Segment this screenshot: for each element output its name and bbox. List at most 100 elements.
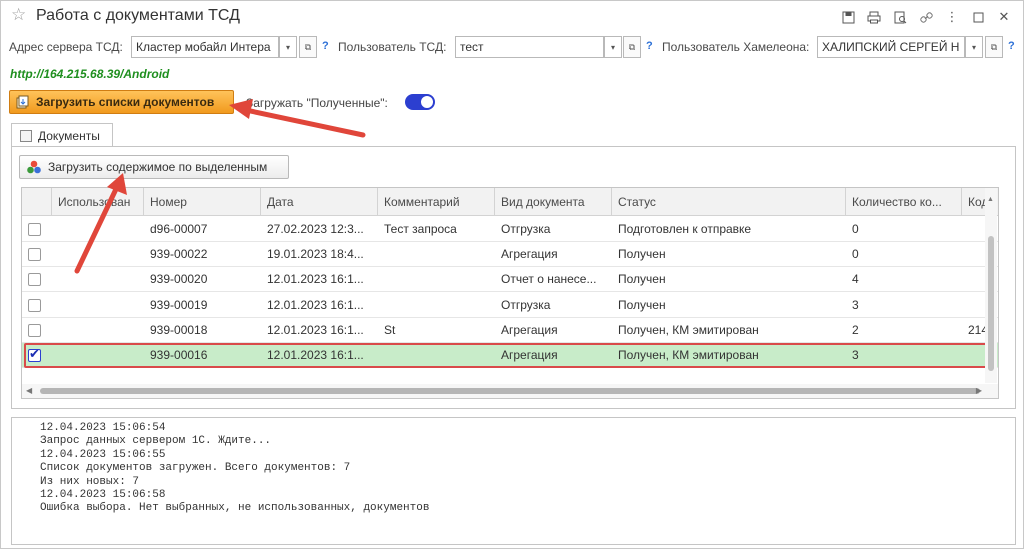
document-tab-icon [20, 129, 32, 142]
message-log: 12.04.2023 15:06:54 Запрос данных серверо… [11, 417, 1016, 545]
cell-number: 939-00022 [150, 247, 208, 262]
cell-quantity: 0 [852, 247, 859, 262]
column-header-date[interactable]: Дата [261, 188, 378, 216]
load-content-icon [27, 160, 41, 174]
table-row[interactable]: 939-00020 12.01.2023 16:1... Отчет о нанес… [22, 267, 998, 293]
column-header-status[interactable]: Статус [612, 188, 846, 216]
row-checkbox[interactable] [28, 346, 41, 362]
user-chameleon-label: Пользователь Хамелеона: [662, 40, 810, 54]
help-icon[interactable]: ? [646, 40, 653, 52]
cell-quantity: 3 [852, 297, 859, 312]
load-selected-content-button[interactable]: Загрузить содержимое по выделенным [19, 155, 289, 179]
cell-status: Подготовлен к отправке [618, 222, 752, 236]
cell-date: 27.02.2023 12:3... [267, 222, 364, 236]
row-checkbox[interactable] [28, 248, 41, 262]
link-icon[interactable] [913, 7, 939, 27]
log-line: Из них новых: 7 [40, 475, 140, 488]
more-icon[interactable]: ⋮ [939, 7, 965, 27]
preview-icon[interactable] [887, 7, 913, 27]
table-row[interactable]: 939-00016 12.01.2023 16:1... Агрегация Полу… [22, 343, 998, 368]
cell-number: 939-00018 [150, 322, 208, 337]
cell-kind: Агрегация [501, 322, 558, 337]
cell-used [52, 267, 144, 292]
minimize-icon[interactable] [965, 7, 991, 27]
print-icon[interactable] [861, 7, 887, 27]
load-document-lists-button[interactable]: Загрузить списки документов [9, 90, 234, 114]
cell-used [52, 343, 144, 368]
server-dropdown-button[interactable]: ▾ [279, 36, 297, 58]
cell-used [52, 242, 144, 267]
title-toolbar: ⋮ ✕ [835, 7, 1017, 27]
cell-used [52, 217, 144, 242]
log-line: Запрос данных сервером 1С. Ждите... [40, 435, 272, 448]
row-checkbox[interactable] [28, 273, 41, 287]
column-header-quantity[interactable]: Количество ко... [846, 188, 962, 216]
cell-quantity: 3 [852, 348, 859, 362]
cell-number: d96-00007 [150, 222, 208, 236]
cell-comment [378, 343, 495, 368]
save-icon[interactable] [835, 7, 861, 27]
cell-date: 19.01.2023 18:4... [267, 247, 364, 262]
cell-comment [378, 242, 495, 267]
cell-comment [378, 293, 495, 318]
user-tsd-open-button[interactable]: ⧉ [623, 36, 641, 58]
log-line: 12.04.2023 15:06:58 [40, 489, 166, 502]
load-icon [16, 95, 29, 109]
load-received-label: Загружать "Полученные": [246, 96, 388, 110]
load-received-toggle[interactable] [405, 94, 435, 110]
horizontal-scrollbar[interactable]: ◀ ▶ [22, 384, 998, 398]
cell-status: Получен [618, 297, 666, 312]
table-header: Использован Номер Дата Комментарий Вид д… [22, 188, 998, 216]
user-tsd-dropdown-button[interactable]: ▾ [604, 36, 622, 58]
cell-date: 12.01.2023 16:1... [267, 297, 364, 312]
tab-documents[interactable]: Документы [11, 123, 113, 147]
log-line: Список документов загружен. Всего докуме… [40, 462, 351, 475]
cell-quantity: 0 [852, 222, 859, 236]
cell-status: Получен, КМ эмитирован [618, 348, 759, 362]
server-url: http://164.215.68.39/Android [10, 67, 170, 81]
star-icon[interactable]: ☆ [11, 5, 26, 25]
cell-quantity: 4 [852, 272, 859, 287]
user-tsd-field[interactable]: тест [455, 36, 604, 58]
load-selected-content-label: Загрузить содержимое по выделенным [48, 160, 268, 174]
cell-status: Получен [618, 247, 666, 262]
help-icon[interactable]: ? [1008, 40, 1015, 52]
table-row[interactable]: 939-00019 12.01.2023 16:1... Отгрузка Получ… [22, 293, 998, 318]
table-row[interactable]: 939-00022 19.01.2023 18:4... Агрегация Полу… [22, 242, 998, 268]
cell-date: 12.01.2023 16:1... [267, 348, 364, 362]
cell-quantity: 2 [852, 322, 859, 337]
cell-number: 939-00020 [150, 272, 208, 287]
server-field[interactable]: Кластер мобайл Интера [131, 36, 279, 58]
cell-date: 12.01.2023 16:1... [267, 272, 364, 287]
column-header-kind[interactable]: Вид документа [495, 188, 612, 216]
vertical-scrollbar[interactable]: ▲ [985, 188, 997, 383]
log-line: 12.04.2023 15:06:55 [40, 448, 166, 461]
server-open-button[interactable]: ⧉ [299, 36, 317, 58]
column-header-comment[interactable]: Комментарий [378, 188, 495, 216]
title-bar: ☆ Работа с документами ТСД ⋮ ✕ [1, 1, 1023, 33]
table-row[interactable]: d96-00007 27.02.2023 12:3... Тест запроса О… [22, 217, 998, 242]
column-header-number[interactable]: Номер [144, 188, 261, 216]
cell-comment [378, 267, 495, 292]
cell-kind: Отгрузка [501, 297, 551, 312]
cell-kind: Агрегация [501, 348, 558, 362]
cell-kind: Агрегация [501, 247, 558, 262]
row-checkbox[interactable] [28, 223, 41, 236]
user-chameleon-dropdown-button[interactable]: ▾ [965, 36, 983, 58]
user-chameleon-field[interactable]: ХАЛИПСКИЙ СЕРГЕЙ Н [817, 36, 965, 58]
log-line: 12.04.2023 15:06:54 [40, 422, 166, 434]
log-line: Ошибка выбора. Нет выбранных, не использ… [40, 502, 430, 515]
help-icon[interactable]: ? [322, 40, 329, 52]
cell-date: 12.01.2023 16:1... [267, 322, 364, 337]
user-tsd-label: Пользователь ТСД: [338, 40, 447, 54]
column-header-check[interactable] [22, 188, 52, 216]
row-checkbox[interactable] [28, 298, 41, 312]
close-icon[interactable]: ✕ [991, 7, 1017, 27]
column-header-used[interactable]: Использован [52, 188, 144, 216]
load-document-lists-label: Загрузить списки документов [36, 95, 215, 109]
cell-comment: St [384, 322, 396, 337]
table-row[interactable]: 939-00018 12.01.2023 16:1... St Агрегация По… [22, 318, 998, 343]
cell-comment: Тест запроса [384, 222, 457, 236]
user-chameleon-open-button[interactable]: ⧉ [985, 36, 1003, 58]
row-checkbox[interactable] [28, 323, 41, 337]
